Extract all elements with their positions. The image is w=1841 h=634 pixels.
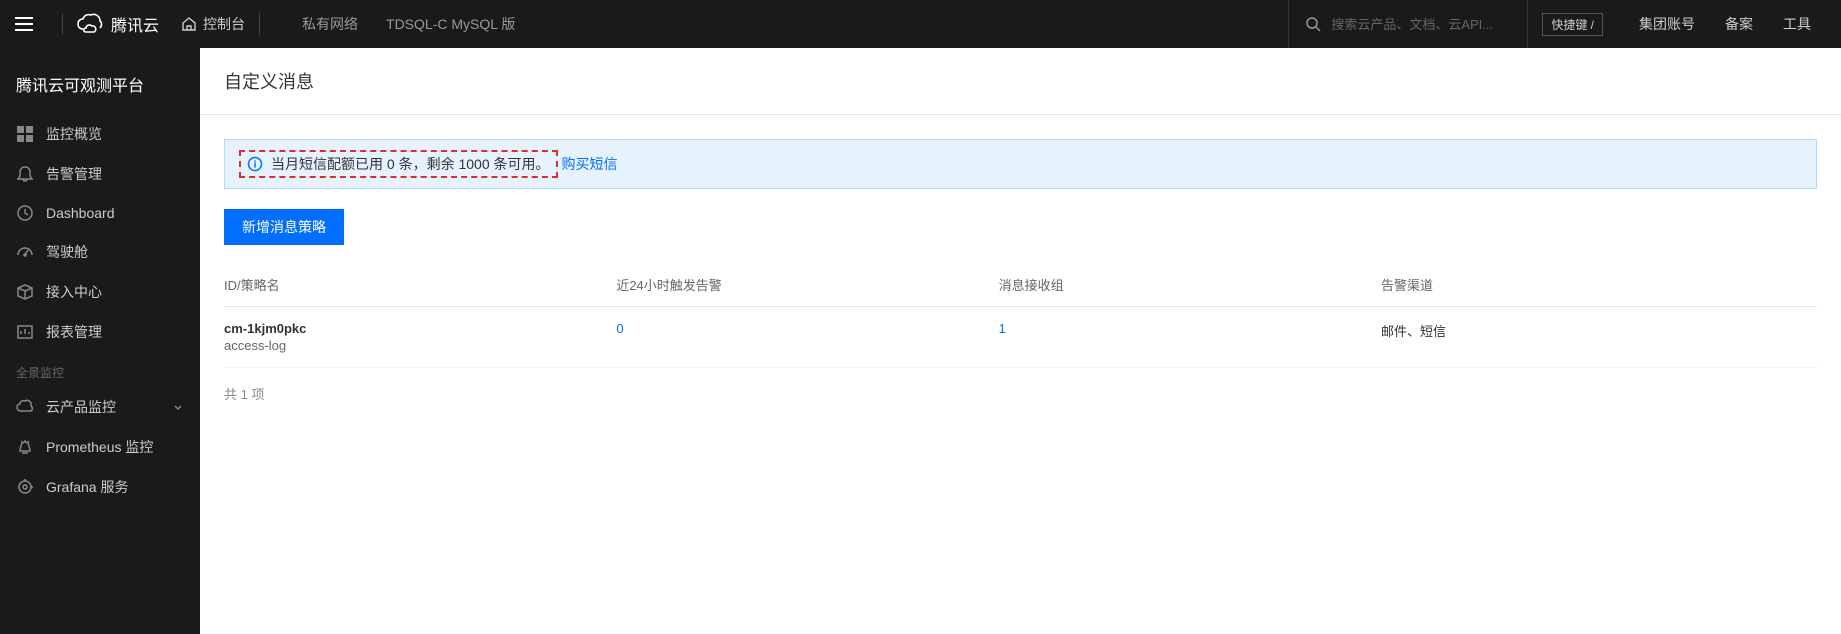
- gauge-icon: [16, 243, 34, 261]
- sidebar-item-label: 报表管理: [46, 322, 102, 342]
- divider: [62, 13, 63, 35]
- info-text: 当月短信配额已用 0 条，剩余 1000 条可用。: [271, 154, 550, 174]
- create-policy-button[interactable]: 新增消息策略: [224, 209, 344, 245]
- box-icon: [16, 283, 34, 301]
- info-banner: 当月短信配额已用 0 条，剩余 1000 条可用。 购买短信: [224, 139, 1817, 189]
- header-right: 快捷键 / 集团账号 备案 工具: [1288, 0, 1841, 48]
- cell-channel: 邮件、短信: [1371, 307, 1817, 368]
- th-channel: 告警渠道: [1371, 263, 1817, 307]
- sidebar-item-prometheus[interactable]: Prometheus 监控: [0, 427, 200, 467]
- cell-alarm: 0: [606, 307, 988, 368]
- top-header: 腾讯云 控制台 私有网络 TDSQL-C MySQL 版 快捷键 / 集团账号 …: [0, 0, 1841, 48]
- nav-link-vpc[interactable]: 私有网络: [302, 14, 358, 34]
- grafana-icon: [16, 478, 34, 496]
- bell-icon: [16, 165, 34, 183]
- policy-name: access-log: [224, 338, 596, 353]
- sidebar-item-dashboard[interactable]: Dashboard: [0, 194, 200, 232]
- sidebar-item-label: Prometheus 监控: [46, 437, 153, 457]
- sidebar-item-label: 云产品监控: [46, 397, 116, 417]
- alarm-count-link[interactable]: 0: [616, 321, 623, 336]
- top-link-tools[interactable]: 工具: [1783, 14, 1811, 34]
- content-area: 当月短信配额已用 0 条，剩余 1000 条可用。 购买短信 新增消息策略 ID…: [200, 115, 1841, 443]
- sidebar-item-label: 监控概览: [46, 124, 102, 144]
- sidebar-item-label: 驾驶舱: [46, 242, 88, 262]
- search-input[interactable]: [1331, 17, 1511, 32]
- th-alarm: 近24小时触发告警: [606, 263, 988, 307]
- search-icon: [1305, 16, 1321, 32]
- grid-icon: [16, 125, 34, 143]
- sidebar-item-overview[interactable]: 监控概览: [0, 114, 200, 154]
- table-footer: 共 1 项: [224, 368, 1817, 419]
- sidebar-title: 腾讯云可观测平台: [0, 48, 200, 114]
- console-link[interactable]: 控制台: [181, 14, 245, 34]
- sidebar-item-label: Dashboard: [46, 205, 115, 221]
- cell-group: 1: [989, 307, 1371, 368]
- cell-id: cm-1kjm0pkc access-log: [224, 307, 606, 368]
- sidebar-item-label: Grafana 服务: [46, 477, 128, 497]
- sidebar-item-access[interactable]: 接入中心: [0, 272, 200, 312]
- table-header-row: ID/策略名 近24小时触发告警 消息接收组 告警渠道: [224, 263, 1817, 307]
- brand[interactable]: 腾讯云: [77, 12, 159, 36]
- table-row: cm-1kjm0pkc access-log 0 1 邮件、短信: [224, 307, 1817, 368]
- nav-links: 私有网络 TDSQL-C MySQL 版: [302, 14, 515, 34]
- sidebar-item-label: 接入中心: [46, 282, 102, 302]
- th-id: ID/策略名: [224, 263, 606, 307]
- top-links: 集团账号 备案 工具: [1639, 14, 1811, 34]
- cloud-icon: [16, 398, 34, 416]
- buy-sms-link[interactable]: 购买短信: [562, 154, 618, 174]
- top-link-beian[interactable]: 备案: [1725, 14, 1753, 34]
- sidebar-item-alarm[interactable]: 告警管理: [0, 154, 200, 194]
- policy-id: cm-1kjm0pkc: [224, 321, 596, 336]
- brand-text: 腾讯云: [111, 12, 159, 36]
- group-count-link[interactable]: 1: [999, 321, 1006, 336]
- divider: [259, 13, 260, 35]
- hamburger-menu[interactable]: [0, 0, 48, 48]
- page-title: 自定义消息: [200, 48, 1841, 115]
- nav-link-tdsql[interactable]: TDSQL-C MySQL 版: [386, 14, 515, 34]
- home-icon: [181, 16, 197, 32]
- sidebar-item-label: 告警管理: [46, 164, 102, 184]
- top-link-account[interactable]: 集团账号: [1639, 14, 1695, 34]
- hamburger-icon: [15, 17, 33, 31]
- sidebar-item-report[interactable]: 报表管理: [0, 312, 200, 352]
- search-box: [1288, 0, 1528, 48]
- sidebar-item-grafana[interactable]: Grafana 服务: [0, 467, 200, 507]
- main-content: 自定义消息 当月短信配额已用 0 条，剩余 1000 条可用。 购买短信 新增消…: [200, 48, 1841, 634]
- clock-icon: [16, 204, 34, 222]
- th-group: 消息接收组: [989, 263, 1371, 307]
- report-icon: [16, 323, 34, 341]
- sidebar-item-cloud-monitor[interactable]: 云产品监控: [0, 387, 200, 427]
- info-highlight: 当月短信配额已用 0 条，剩余 1000 条可用。: [239, 150, 558, 178]
- sidebar: 腾讯云可观测平台 监控概览 告警管理 Dashboard 驾驶舱: [0, 48, 200, 634]
- sidebar-section-label: 全景监控: [0, 352, 200, 387]
- prometheus-icon: [16, 438, 34, 456]
- chevron-down-icon: [172, 401, 184, 413]
- console-text: 控制台: [203, 14, 245, 34]
- shortcut-badge[interactable]: 快捷键 /: [1542, 13, 1603, 36]
- info-icon: [247, 156, 263, 172]
- policy-table: ID/策略名 近24小时触发告警 消息接收组 告警渠道 cm-1kjm0pkc …: [224, 263, 1817, 368]
- sidebar-item-cockpit[interactable]: 驾驶舱: [0, 232, 200, 272]
- cloud-logo-icon: [77, 13, 103, 35]
